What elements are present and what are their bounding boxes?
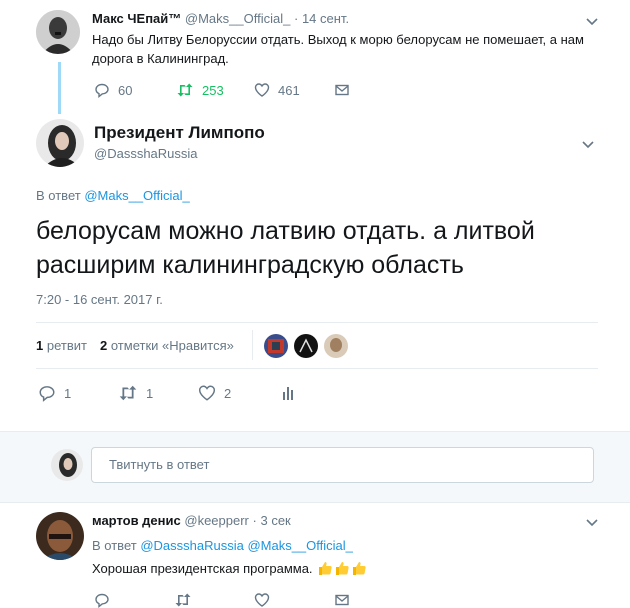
reply-input[interactable]: Твитнуть в ответ xyxy=(91,447,594,483)
like-stat-label: отметки «Нравится» xyxy=(110,338,234,353)
reply-time[interactable]: 3 сек xyxy=(260,513,290,528)
reply-prefix: В ответ xyxy=(36,188,81,203)
thumbs-up-icon xyxy=(319,562,332,575)
reply-to-link[interactable]: @Maks__Official_ xyxy=(84,188,189,203)
reply-context: В ответ @DassshaRussia @Maks__Official_ xyxy=(92,538,353,553)
separator-dot: · xyxy=(293,11,299,26)
parent-retweet-count: 253 xyxy=(202,82,224,98)
heart-icon xyxy=(254,83,270,97)
stats-divider xyxy=(252,330,253,360)
thumbs-up-icon xyxy=(353,562,366,575)
main-avatar[interactable] xyxy=(36,119,84,167)
main-timestamp[interactable]: 7:20 - 16 сент. 2017 г. xyxy=(36,292,163,307)
reply-display-name[interactable]: мартов денис xyxy=(92,513,181,528)
retweet-icon xyxy=(177,83,193,97)
main-handle[interactable]: @DassshaRussia xyxy=(94,146,198,161)
parent-header: Макс ЧЕпай™ @Maks__Official_ · 14 сент. xyxy=(92,11,349,26)
reply-prefix: В ответ xyxy=(92,538,137,553)
main-like-count: 2 xyxy=(224,385,232,401)
composer-avatar[interactable] xyxy=(51,449,83,481)
liker-avatar[interactable] xyxy=(324,334,348,358)
reply-reply-button[interactable] xyxy=(94,592,110,608)
heart-icon xyxy=(254,593,270,607)
reply-input-placeholder: Твитнуть в ответ xyxy=(109,457,210,472)
envelope-icon xyxy=(335,594,349,606)
separator-dot: · xyxy=(252,513,257,528)
main-like-button[interactable]: 2 xyxy=(198,384,231,402)
reply-dm-button[interactable] xyxy=(334,592,350,608)
divider xyxy=(36,322,598,323)
reply-handle[interactable]: @keepperr xyxy=(184,513,249,528)
reply-tweet-text: Хорошая президентская программа. xyxy=(92,561,313,576)
retweet-icon xyxy=(175,593,191,607)
heart-icon xyxy=(198,385,216,401)
chevron-down-icon[interactable] xyxy=(580,136,596,152)
like-stat-count: 2 xyxy=(100,338,108,353)
chevron-down-icon[interactable] xyxy=(584,13,600,29)
main-display-name[interactable]: Президент Лимпопо xyxy=(94,123,265,143)
envelope-icon xyxy=(335,84,349,96)
reply-retweet-button[interactable] xyxy=(174,592,192,608)
parent-display-name[interactable]: Макс ЧЕпай™ xyxy=(92,11,181,26)
liker-avatar[interactable] xyxy=(264,334,288,358)
chevron-down-icon[interactable] xyxy=(584,514,600,530)
liker-avatar[interactable] xyxy=(294,334,318,358)
thread-line xyxy=(58,62,61,114)
retweet-stat-count: 1 xyxy=(36,338,44,353)
retweet-icon xyxy=(119,385,137,401)
reply-to-links[interactable]: @DassshaRussia @Maks__Official_ xyxy=(140,538,353,553)
reply-icon xyxy=(95,593,109,608)
main-retweet-button[interactable]: 1 xyxy=(118,384,153,402)
parent-like-count: 461 xyxy=(278,82,300,98)
analytics-button[interactable] xyxy=(280,384,296,402)
parent-retweet-button[interactable]: 253 xyxy=(176,82,224,98)
main-reply-button[interactable]: 1 xyxy=(38,384,71,402)
parent-like-button[interactable]: 461 xyxy=(254,82,300,98)
like-stat[interactable]: 2 отметки «Нравится» xyxy=(100,338,234,353)
main-retweet-count: 1 xyxy=(146,385,154,401)
reply-like-button[interactable] xyxy=(254,592,270,608)
reply-icon xyxy=(39,386,55,402)
thumbs-up-icon xyxy=(336,562,349,575)
parent-reply-count: 60 xyxy=(118,82,133,98)
parent-handle[interactable]: @Maks__Official_ xyxy=(185,11,290,26)
reply-icon xyxy=(95,83,109,98)
main-reply-context: В ответ @Maks__Official_ xyxy=(36,188,190,203)
reply-avatar[interactable] xyxy=(36,512,84,560)
analytics-icon xyxy=(283,387,293,400)
retweet-stat[interactable]: 1 ретвит xyxy=(36,338,87,353)
retweet-stat-label: ретвит xyxy=(46,338,87,353)
parent-date[interactable]: 14 сент. xyxy=(302,11,349,26)
parent-dm-button[interactable] xyxy=(334,82,350,98)
main-reply-count: 1 xyxy=(64,385,72,401)
parent-tweet-text: Надо бы Литву Белоруссии отдать. Выход к… xyxy=(92,32,584,66)
parent-reply-button[interactable]: 60 xyxy=(94,82,132,98)
divider xyxy=(36,368,598,369)
reply-header: мартов денис @keepperr · 3 сек xyxy=(92,513,291,528)
reply-text-line: Хорошая президентская программа. xyxy=(92,560,367,576)
parent-avatar[interactable] xyxy=(36,10,80,54)
main-tweet-text: белорусам можно латвию отдать. а литвой … xyxy=(36,217,535,279)
